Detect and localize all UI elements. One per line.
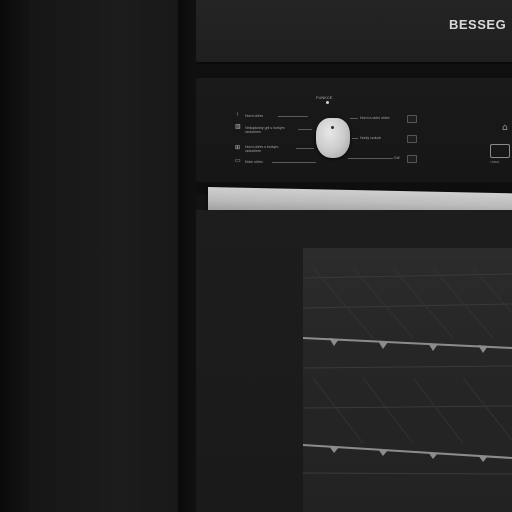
fan-grill-icon: ⊞ xyxy=(235,145,241,151)
oven-control-panel xyxy=(196,78,512,182)
knob-label: FUNKCE xyxy=(316,95,333,100)
kitchen-scene: BESSEG ↑ Horní ohřev ▥ Velkoplošný gril … xyxy=(0,0,512,512)
leader-line xyxy=(272,162,316,163)
arrow-up-icon: ↑ xyxy=(236,112,239,118)
leader-line xyxy=(278,116,308,117)
grill-icon: ▥ xyxy=(235,124,241,130)
grill-icon xyxy=(407,155,417,163)
function-selector-knob[interactable] xyxy=(316,118,350,158)
cabinet-gap xyxy=(178,0,196,512)
cabinet-side-panel xyxy=(30,0,180,512)
clock-symbol-icon: ⌂ xyxy=(502,123,508,133)
leader-line xyxy=(348,158,393,159)
upper-appliance xyxy=(196,0,512,64)
leader-line xyxy=(350,118,358,119)
function-label-left-4: Dolní ohřev xyxy=(245,160,263,164)
timer-label: TIMER xyxy=(490,160,500,164)
display-area: ⌂ xyxy=(490,116,512,138)
function-icon-top-bottom-heat xyxy=(407,115,417,123)
leader-line xyxy=(352,138,358,139)
leader-line xyxy=(296,148,314,149)
knob-indicator-dot xyxy=(326,101,329,104)
function-label-left-3: Horní ohřev s horkým vzduchem xyxy=(245,145,279,153)
appliance-divider xyxy=(196,64,512,78)
bottom-heat-icon: ▭ xyxy=(235,158,241,164)
oven-interior-racks xyxy=(303,267,512,475)
brand-logo: BESSEG xyxy=(449,17,507,32)
leader-line xyxy=(298,129,312,130)
timer-button[interactable] xyxy=(490,144,510,158)
function-label-right-3: Gril xyxy=(394,156,400,160)
function-label-left-2: Velkoplošný gril s horkým vzduchem xyxy=(245,126,285,134)
cabinet-edge xyxy=(0,0,30,512)
function-label-right-2: Horký vzduch xyxy=(360,136,382,140)
knob-pointer xyxy=(331,126,334,129)
function-label-right-1: Horní a dolní ohřev xyxy=(360,116,390,120)
fan-icon xyxy=(407,135,417,143)
svg-text:⌂: ⌂ xyxy=(502,123,508,133)
function-label-left-1: Horní ohřev xyxy=(245,114,264,118)
